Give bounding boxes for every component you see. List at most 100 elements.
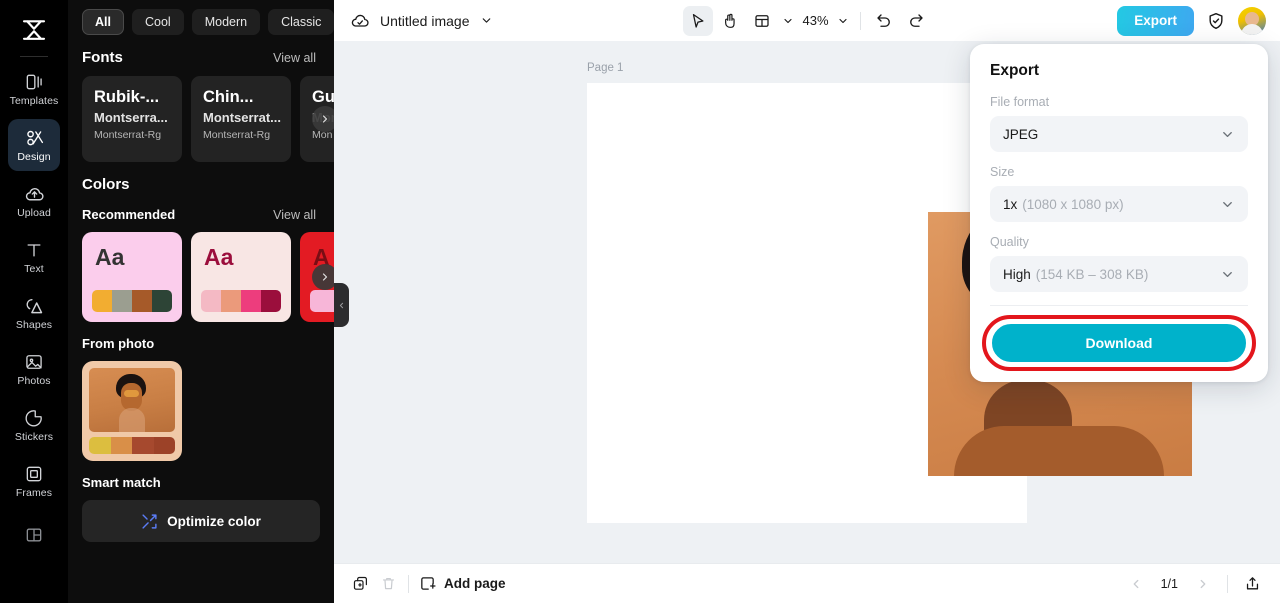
grid-layout-icon [23, 524, 45, 546]
capcut-logo-icon[interactable] [12, 8, 56, 52]
palette-card[interactable]: Aa [82, 232, 182, 322]
select-tool-button[interactable] [683, 5, 714, 36]
size-select[interactable]: 1x (1080 x 1080 px) [990, 186, 1248, 222]
size-label: Size [990, 165, 1015, 179]
palette-sample-text: Aa [95, 244, 125, 270]
chip-cool[interactable]: Cool [131, 9, 184, 35]
page-title: Fonts [82, 49, 123, 66]
next-page-button[interactable] [1189, 570, 1217, 598]
layout-chevron-button[interactable] [779, 6, 797, 36]
design-panel: All Cool Modern Classic Fonts View all R… [68, 0, 334, 603]
chip-classic[interactable]: Classic [268, 9, 334, 35]
from-photo-swatches [89, 437, 175, 454]
sidebar-item-templates[interactable]: Templates [8, 63, 60, 115]
palettes-carousel-next-button[interactable] [312, 264, 334, 290]
sidebar-item-text[interactable]: Text [8, 231, 60, 283]
font-card-line2: Montserra... [94, 109, 168, 125]
style-filter-chips: All Cool Modern Classic [82, 0, 334, 35]
from-photo-card[interactable] [82, 361, 182, 461]
page-navigation: 1/1 [1122, 570, 1266, 598]
duplicate-page-button[interactable] [346, 570, 374, 598]
document-title-group[interactable]: Untitled image [350, 11, 493, 31]
canvas-tools: 43% [672, 5, 942, 36]
top-right-actions: Export [1117, 5, 1266, 36]
sidebar-item-design[interactable]: Design [8, 119, 60, 171]
document-name: Untitled image [380, 12, 470, 29]
toolbar-divider [859, 11, 861, 30]
shapes-icon [23, 295, 45, 317]
size-value: 1x [1003, 196, 1018, 212]
shield-check-icon[interactable] [1206, 11, 1226, 31]
font-card-line3: Montserrat-Rg [203, 129, 271, 142]
sidebar-item-photos[interactable]: Photos [8, 343, 60, 395]
export-popover: Export File format JPEG Size 1x (1080 x … [970, 44, 1268, 382]
sidebar-item-stickers[interactable]: Stickers [8, 399, 60, 451]
hand-tool-button[interactable] [715, 6, 745, 36]
sidebar-item-shapes[interactable]: Shapes [8, 287, 60, 339]
chevron-down-icon [1220, 197, 1235, 212]
shuffle-icon [141, 513, 158, 530]
fonts-section-header: Fonts View all [82, 49, 334, 66]
chip-all[interactable]: All [82, 9, 124, 35]
square-plus-icon [419, 575, 436, 592]
sidebar-item-upload[interactable]: Upload [8, 175, 60, 227]
sidebar-item-more[interactable] [8, 509, 60, 561]
add-page-button[interactable]: Add page [419, 575, 506, 592]
file-format-select[interactable]: JPEG [990, 116, 1248, 152]
left-rail: Templates Design Upload Text Shapes Phot… [0, 0, 68, 603]
size-detail: (1080 x 1080 px) [1022, 196, 1124, 212]
sidebar-item-frames[interactable]: Frames [8, 455, 60, 507]
text-icon [23, 239, 45, 261]
optimize-color-button[interactable]: Optimize color [82, 500, 320, 542]
colors-title: Colors [82, 176, 130, 193]
chevron-down-icon[interactable] [480, 14, 493, 27]
file-format-value: JPEG [1003, 126, 1039, 142]
zoom-level-value[interactable]: 43% [799, 13, 831, 28]
font-card-line1: Chin... [203, 88, 254, 106]
bottom-toolbar: Add page 1/1 [334, 563, 1280, 603]
optimize-color-label: Optimize color [167, 513, 261, 529]
palettes-carousel: Aa Aa A [82, 232, 334, 322]
bottom-divider [408, 574, 409, 593]
palette-swatches [92, 290, 172, 312]
sidebar-item-label: Upload [17, 207, 51, 220]
panel-collapse-handle[interactable] [334, 283, 349, 327]
page-label: Page 1 [587, 62, 624, 74]
sidebar-item-label: Stickers [14, 431, 54, 444]
share-button[interactable] [1238, 570, 1266, 598]
prev-page-button[interactable] [1122, 570, 1150, 598]
fonts-view-all-link[interactable]: View all [273, 51, 316, 65]
undo-button[interactable] [869, 6, 899, 36]
main-area: Untitled image 43% Export Page 1 Add pag… [334, 0, 1280, 603]
colors-section-header: Colors [82, 176, 334, 193]
sidebar-item-label: Photos [17, 375, 51, 388]
from-photo-thumbnail [89, 368, 175, 432]
file-format-label: File format [990, 95, 1050, 109]
rail-divider [20, 56, 48, 57]
fonts-carousel-next-button[interactable] [312, 106, 334, 132]
quality-select[interactable]: High (154 KB – 308 KB) [990, 256, 1248, 292]
fonts-carousel: Rubik-... Montserra... Montserrat-Rg Chi… [82, 76, 334, 162]
redo-button[interactable] [901, 6, 931, 36]
canvas-page[interactable] [587, 83, 1192, 523]
design-icon [23, 127, 45, 149]
palette-card[interactable]: Aa [191, 232, 291, 322]
font-card[interactable]: Rubik-... Montserra... Montserrat-Rg [82, 76, 182, 162]
quality-value: High [1003, 266, 1031, 282]
font-card[interactable]: Chin... Montserrat... Montserrat-Rg [191, 76, 291, 162]
zoom-chevron-button[interactable] [834, 6, 852, 36]
quality-detail: (154 KB – 308 KB) [1035, 266, 1149, 282]
avatar[interactable] [1238, 6, 1266, 35]
frames-icon [23, 463, 45, 485]
export-button[interactable]: Export [1117, 5, 1194, 36]
sidebar-item-label: Text [24, 263, 44, 276]
bottom-right-divider [1227, 574, 1228, 593]
layout-tool-button[interactable] [747, 6, 777, 36]
download-button[interactable]: Download [990, 322, 1248, 364]
colors-view-all-link[interactable]: View all [273, 208, 316, 222]
sidebar-item-label: Shapes [15, 319, 53, 332]
font-card-line1: Rubik-... [94, 88, 160, 106]
upload-cloud-icon [23, 183, 45, 205]
chip-modern[interactable]: Modern [191, 9, 261, 35]
delete-page-button[interactable] [374, 570, 402, 598]
